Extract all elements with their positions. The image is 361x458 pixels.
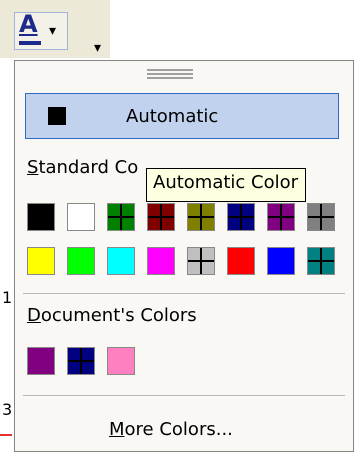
color-swatch[interactable] [107, 203, 135, 231]
drag-grip-handle[interactable] [147, 69, 193, 79]
more-colors-button[interactable]: More Colors... [109, 419, 233, 440]
color-swatch[interactable] [147, 247, 175, 275]
document-color-swatch[interactable] [67, 347, 95, 375]
font-color-dropdown: Automatic Standard Co Document's Colors … [14, 60, 354, 452]
automatic-label: Automatic [126, 106, 219, 127]
document-color-swatch[interactable] [107, 347, 135, 375]
automatic-color-option[interactable]: Automatic [25, 93, 339, 139]
color-swatch[interactable] [187, 203, 215, 231]
tooltip: Automatic Color [146, 168, 306, 202]
color-swatch[interactable] [67, 247, 95, 275]
background-text: 3 [2, 400, 13, 419]
color-swatch[interactable] [227, 247, 255, 275]
color-swatch[interactable] [27, 203, 55, 231]
document-color-swatch[interactable] [27, 347, 55, 375]
color-swatch[interactable] [107, 247, 135, 275]
section-divider [23, 395, 345, 396]
color-swatch[interactable] [307, 203, 335, 231]
font-color-icon: A [19, 10, 38, 38]
color-swatch[interactable] [307, 247, 335, 275]
background-line [0, 434, 12, 436]
document-colors-heading: Document's Colors [27, 305, 197, 326]
color-swatch[interactable] [27, 247, 55, 275]
color-swatch[interactable] [187, 247, 215, 275]
toolbar-options-chevron-icon[interactable]: ▾ [94, 40, 101, 56]
color-swatch[interactable] [67, 203, 95, 231]
standard-colors-heading: Standard Co [27, 157, 139, 178]
automatic-color-chip [48, 107, 66, 125]
formatting-toolbar: A ▾ ▾ [0, 0, 110, 58]
color-swatch[interactable] [267, 247, 295, 275]
color-swatch[interactable] [147, 203, 175, 231]
section-divider [23, 293, 345, 294]
color-swatch[interactable] [227, 203, 255, 231]
font-color-button[interactable]: A ▾ [14, 10, 68, 50]
chevron-down-icon[interactable]: ▾ [49, 23, 56, 39]
background-text: 1 [2, 288, 13, 307]
font-color-bar [19, 41, 41, 45]
color-swatch[interactable] [267, 203, 295, 231]
